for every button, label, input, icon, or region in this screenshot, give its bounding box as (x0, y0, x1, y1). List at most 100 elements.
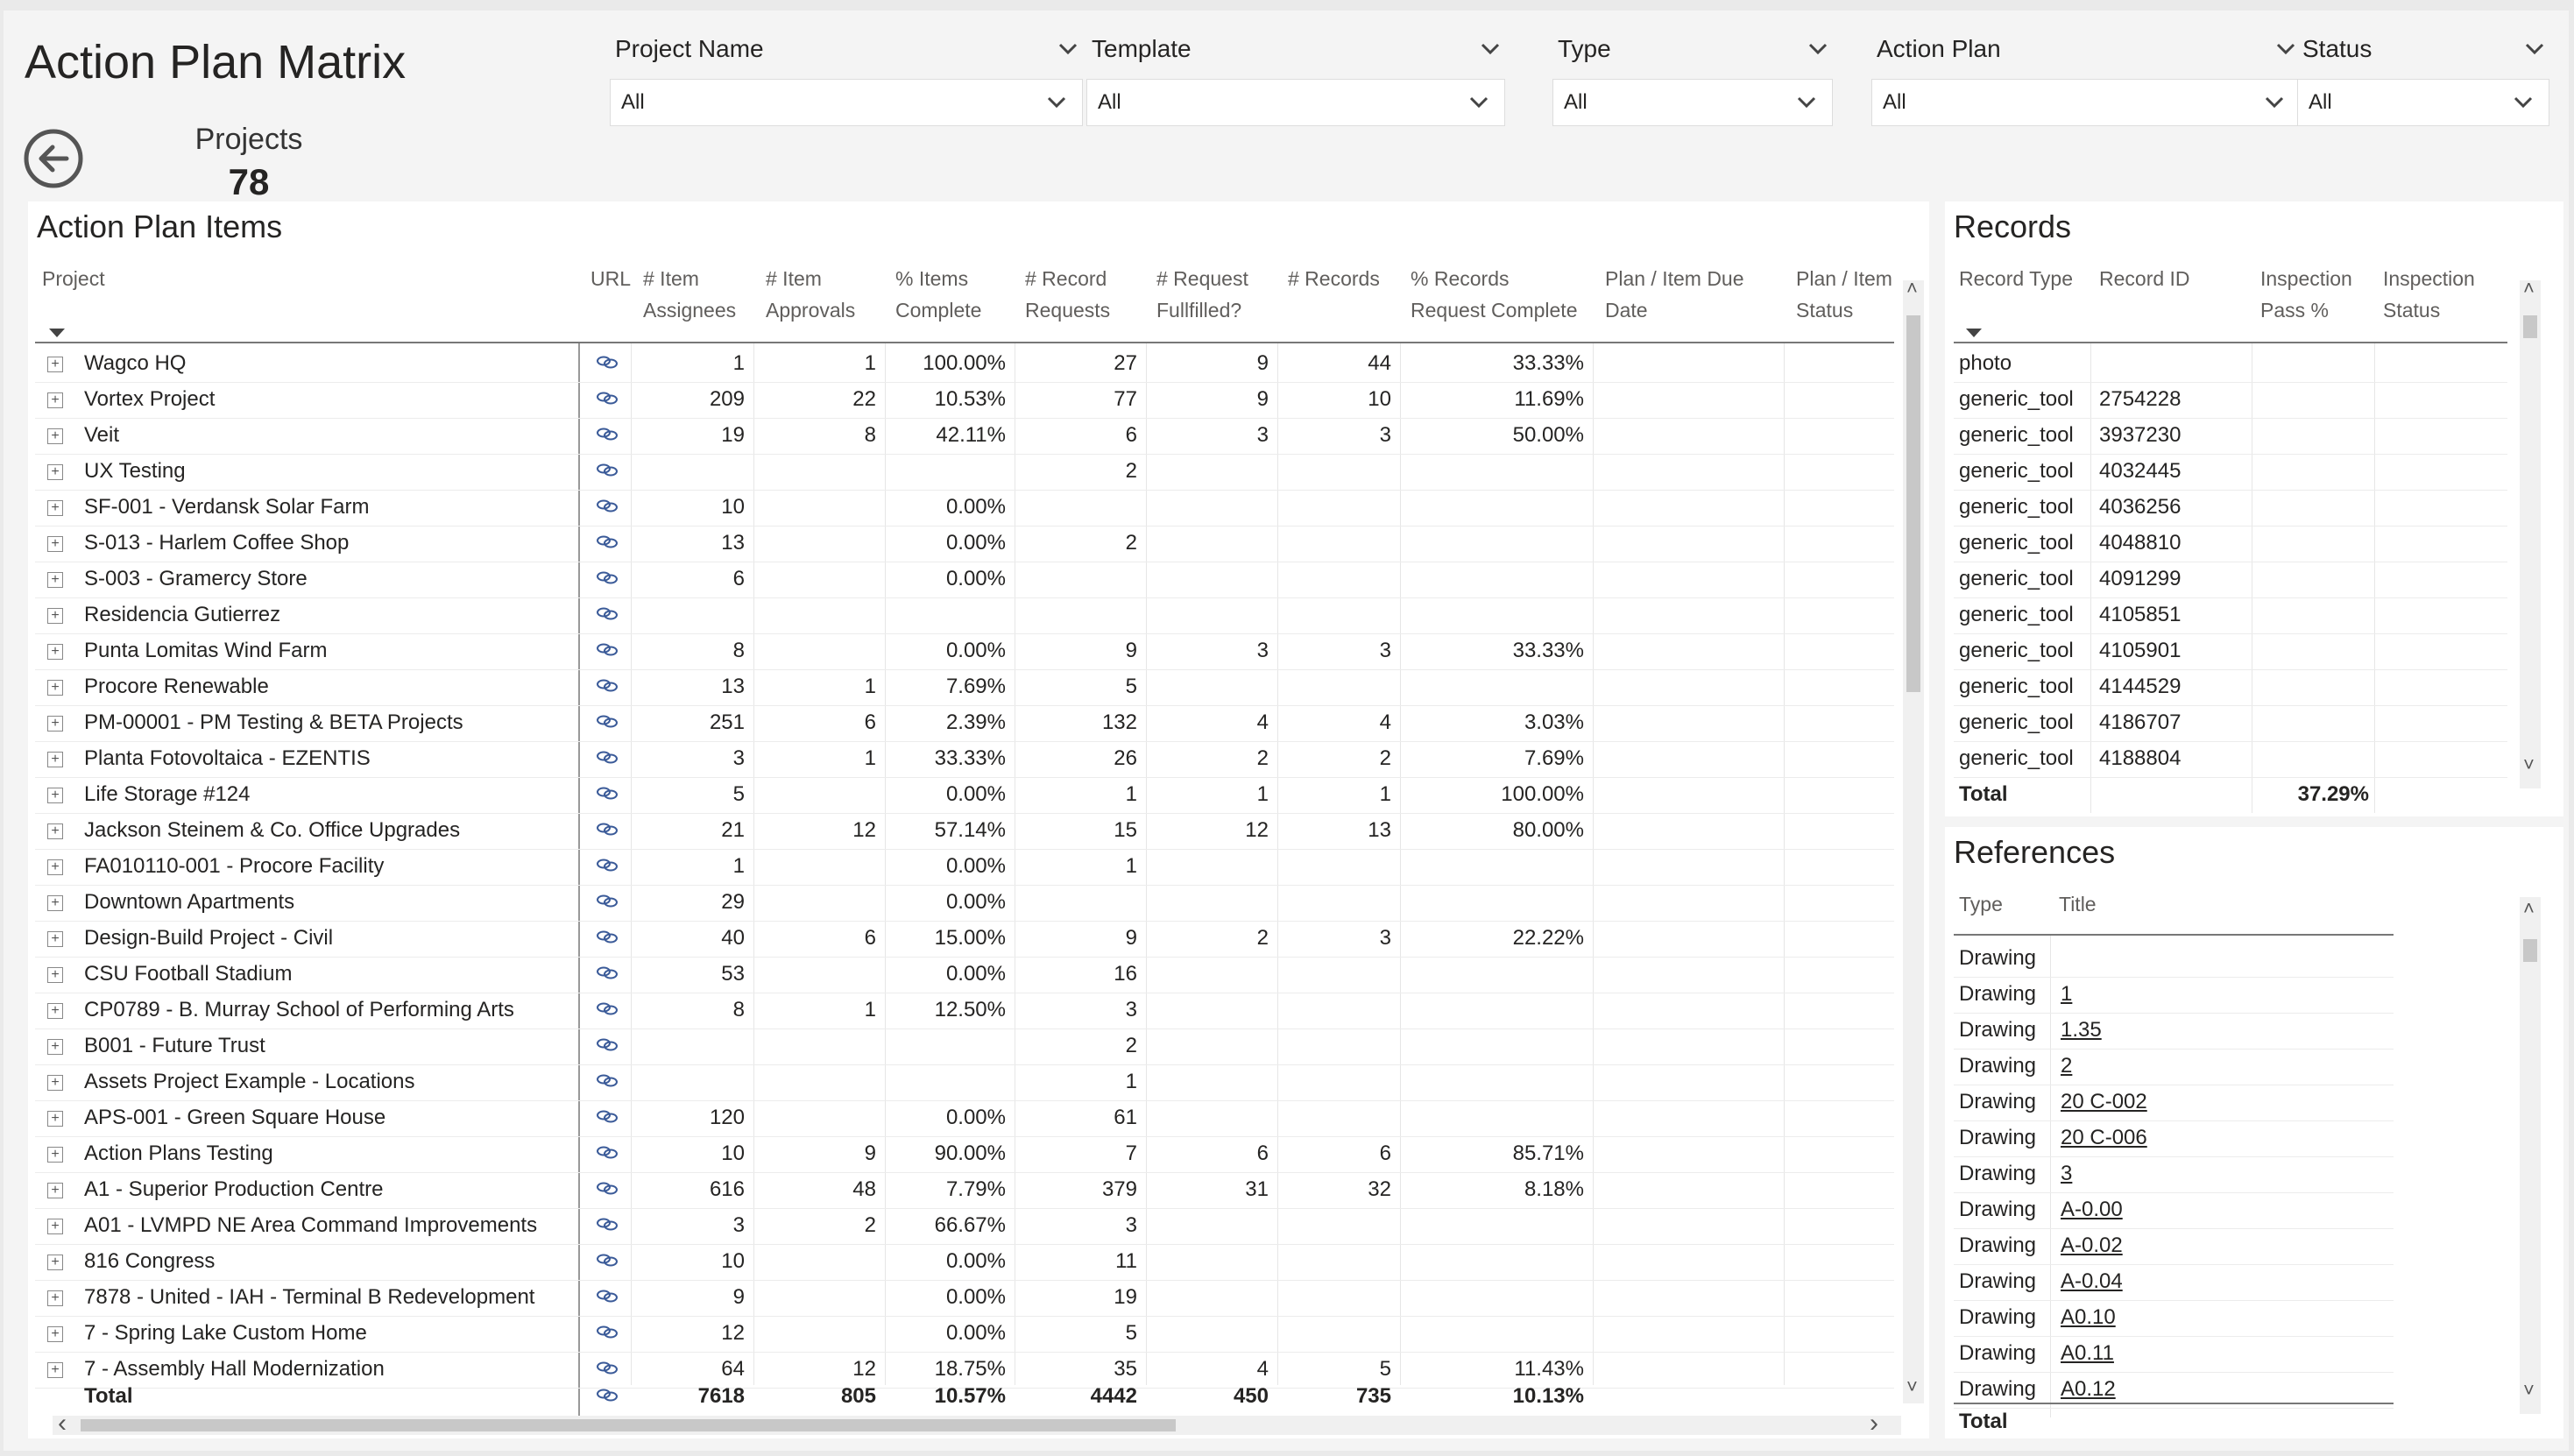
table-row[interactable]: + A1 - Superior Production Centre 616 48 7.7… (28, 1172, 1894, 1208)
table-row[interactable]: generic_tool 4105901 (1945, 633, 2506, 669)
column-header[interactable]: Title (2059, 888, 2097, 920)
expand-row-icon[interactable]: + (47, 536, 63, 552)
table-row[interactable]: + Residencia Gutierrez (28, 597, 1894, 633)
scroll-up-icon[interactable]: ˄ (1906, 277, 1918, 300)
chevron-down-icon[interactable] (1792, 88, 1821, 117)
reference-title-link[interactable]: 1.35 (2061, 1013, 2102, 1048)
table-row[interactable]: + APS-001 - Green Square House 120 0.00% 61 (28, 1100, 1894, 1136)
back-arrow-icon[interactable] (23, 128, 84, 189)
chevron-down-icon[interactable] (1475, 34, 1505, 64)
link-icon[interactable] (596, 353, 619, 371)
scrollbar-thumb[interactable] (2523, 315, 2537, 338)
expand-row-icon[interactable]: + (47, 644, 63, 660)
chevron-down-icon[interactable] (2271, 34, 2301, 64)
link-icon[interactable] (596, 748, 619, 766)
link-icon[interactable] (596, 389, 619, 406)
chevron-down-icon[interactable] (1803, 34, 1833, 64)
sort-descending-icon[interactable] (1966, 329, 1982, 337)
slicer-dropdown[interactable]: All (1552, 79, 1833, 126)
slicer-dropdown[interactable]: All (1871, 79, 2301, 126)
scroll-up-icon[interactable]: ˄ (2523, 277, 2535, 300)
expand-row-icon[interactable]: + (47, 392, 63, 408)
table-row[interactable]: generic_tool 4036256 (1945, 490, 2506, 526)
column-header[interactable]: # Request (1156, 263, 1248, 294)
vertical-scrollbar[interactable] (2520, 897, 2541, 1414)
slicer-header[interactable]: Status (2302, 33, 2549, 65)
link-icon[interactable] (596, 461, 619, 478)
column-header[interactable]: # Records (1288, 263, 1380, 294)
column-header[interactable]: Requests (1025, 294, 1110, 326)
column-header[interactable]: % Items (895, 263, 968, 294)
link-icon[interactable] (596, 820, 619, 838)
table-row[interactable]: photo (1945, 346, 2506, 382)
link-icon[interactable] (596, 1386, 619, 1403)
expand-row-icon[interactable]: + (47, 464, 63, 480)
vertical-scrollbar[interactable] (2520, 280, 2541, 788)
table-row[interactable]: +7 - Spring Lake Custom Home 12 0.00% 5 (28, 1316, 1894, 1352)
link-icon[interactable] (596, 1107, 619, 1125)
column-header[interactable]: # Item (643, 263, 699, 294)
expand-row-icon[interactable]: + (47, 1111, 63, 1127)
expand-row-icon[interactable]: + (47, 1039, 63, 1055)
scroll-down-icon[interactable]: ˅ (2523, 753, 2535, 776)
column-header[interactable]: Complete (895, 294, 981, 326)
scrollbar-thumb[interactable] (2523, 939, 2537, 962)
expand-row-icon[interactable]: + (47, 1255, 63, 1270)
expand-row-icon[interactable]: + (47, 1075, 63, 1091)
reference-title-link[interactable]: 2 (2061, 1049, 2072, 1084)
link-icon[interactable] (596, 425, 619, 442)
slicer-header[interactable]: Action Plan (1877, 33, 2301, 65)
slicer-header[interactable]: Project Name (615, 33, 1083, 65)
expand-row-icon[interactable]: + (47, 931, 63, 947)
slicer-header[interactable]: Template (1092, 33, 1505, 65)
column-header[interactable]: Status (2383, 294, 2440, 326)
reference-title-link[interactable]: A-0.04 (2061, 1264, 2123, 1299)
column-header[interactable]: Plan / Item (1796, 263, 1892, 294)
link-icon[interactable] (596, 497, 619, 514)
table-row[interactable]: + CSU Football Stadium 53 0.00% 16 (28, 957, 1894, 993)
column-header[interactable]: Record Type (1959, 263, 2073, 294)
table-row[interactable]: Drawing A-0.04 (1945, 1264, 2394, 1300)
link-icon[interactable] (596, 856, 619, 873)
scroll-down-icon[interactable]: ˅ (2523, 1379, 2535, 1402)
chevron-down-icon[interactable] (2520, 34, 2549, 64)
reference-title-link[interactable]: 20 C-006 (2061, 1120, 2147, 1156)
expand-row-icon[interactable]: + (47, 572, 63, 588)
reference-title-link[interactable]: A-0.02 (2061, 1228, 2123, 1263)
reference-title-link[interactable]: 1 (2061, 977, 2072, 1012)
column-header[interactable]: URL (590, 263, 631, 294)
link-icon[interactable] (596, 1215, 619, 1233)
link-icon[interactable] (596, 784, 619, 802)
link-icon[interactable] (596, 712, 619, 730)
table-row[interactable]: + Vortex Project 209 22 10.53% 77 9 10 11.69% (28, 382, 1894, 418)
link-icon[interactable] (596, 1000, 619, 1017)
scrollbar-thumb[interactable] (81, 1419, 1176, 1431)
table-row[interactable]: + Punta Lomitas Wind Farm 8 0.00% 9 3 3 33.33% (28, 633, 1894, 669)
expand-row-icon[interactable]: + (47, 859, 63, 875)
table-row[interactable]: + SF-001 - Verdansk Solar Farm 10 0.00% (28, 490, 1894, 526)
expand-row-icon[interactable]: + (47, 1290, 63, 1306)
link-icon[interactable] (596, 1323, 619, 1340)
chevron-down-icon[interactable] (2259, 88, 2289, 117)
column-header[interactable]: Record ID (2099, 263, 2190, 294)
link-icon[interactable] (596, 1143, 619, 1161)
table-row[interactable]: Drawing A-0.00 (1945, 1192, 2394, 1228)
column-header[interactable]: Project (42, 263, 105, 294)
scroll-up-icon[interactable]: ˄ (2523, 897, 2535, 920)
column-header[interactable]: Plan / Item Due (1605, 263, 1744, 294)
table-row[interactable]: + FA010110-001 - Procore Facility 1 0.00% 1 (28, 849, 1894, 885)
column-header[interactable]: Fullfilled? (1156, 294, 1241, 326)
expand-row-icon[interactable]: + (47, 680, 63, 696)
slicer-header[interactable]: Type (1558, 33, 1833, 65)
column-header[interactable]: Request Complete (1411, 294, 1578, 326)
link-icon[interactable] (596, 604, 619, 622)
table-row[interactable]: Drawing 2 (1945, 1049, 2394, 1085)
column-header[interactable]: # Record (1025, 263, 1107, 294)
slicer-dropdown[interactable]: All (2297, 79, 2549, 126)
table-row[interactable]: generic_tool 4105851 (1945, 597, 2506, 633)
table-row[interactable]: + Action Plans Testing 10 9 90.00% 7 6 6 85.71% (28, 1136, 1894, 1172)
reference-title-link[interactable]: A0.12 (2061, 1372, 2116, 1407)
scrollbar-thumb[interactable] (1906, 315, 1920, 692)
reference-title-link[interactable]: A0.10 (2061, 1300, 2116, 1335)
table-row[interactable]: + S-003 - Gramercy Store 6 0.00% (28, 562, 1894, 597)
